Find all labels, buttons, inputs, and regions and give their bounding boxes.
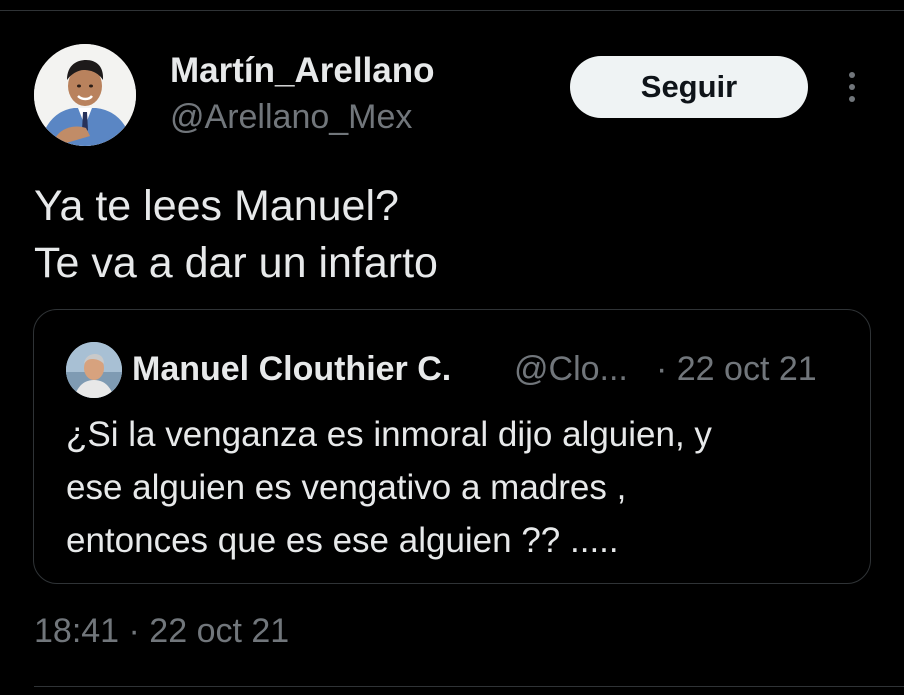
- quoted-author-avatar-image: [66, 342, 122, 398]
- bottom-divider: [34, 686, 904, 687]
- more-dot: [849, 96, 855, 102]
- quoted-author-handle[interactable]: @Clo...: [514, 348, 628, 390]
- quoted-text-line: entonces que es ese alguien ?? .....: [66, 521, 619, 560]
- tweet-text-line: Ya te lees Manuel?: [34, 182, 399, 230]
- quoted-tweet-text: ¿Si la venganza es inmoral dijo alguien,…: [66, 408, 712, 567]
- quoted-author-avatar[interactable]: [66, 342, 122, 398]
- author-avatar[interactable]: [34, 44, 136, 146]
- tweet-text: Ya te lees Manuel? Te va a dar un infart…: [34, 178, 438, 292]
- more-dots-vertical-icon[interactable]: [838, 66, 866, 108]
- quoted-text-line: ¿Si la venganza es inmoral dijo alguien,…: [66, 415, 712, 454]
- quoted-text-line: ese alguien es vengativo a madres ,: [66, 468, 627, 507]
- quoted-author-display-name[interactable]: Manuel Clouthier C.: [132, 348, 451, 390]
- top-divider: [0, 10, 904, 11]
- quoted-tweet-date[interactable]: · 22 oct 21: [656, 348, 817, 390]
- more-dot: [849, 72, 855, 78]
- author-display-name[interactable]: Martín_Arellano: [170, 50, 435, 92]
- author-handle[interactable]: @Arellano_Mex: [170, 96, 412, 138]
- author-avatar-image: [34, 44, 136, 146]
- quoted-tweet-card[interactable]: Manuel Clouthier C. @Clo... · 22 oct 21 …: [33, 309, 871, 584]
- tweet-timestamp[interactable]: 18:41 · 22 oct 21: [34, 610, 289, 652]
- tweet-text-line: Te va a dar un infarto: [34, 239, 438, 287]
- more-dot: [849, 84, 855, 90]
- follow-button[interactable]: Seguir: [570, 56, 808, 118]
